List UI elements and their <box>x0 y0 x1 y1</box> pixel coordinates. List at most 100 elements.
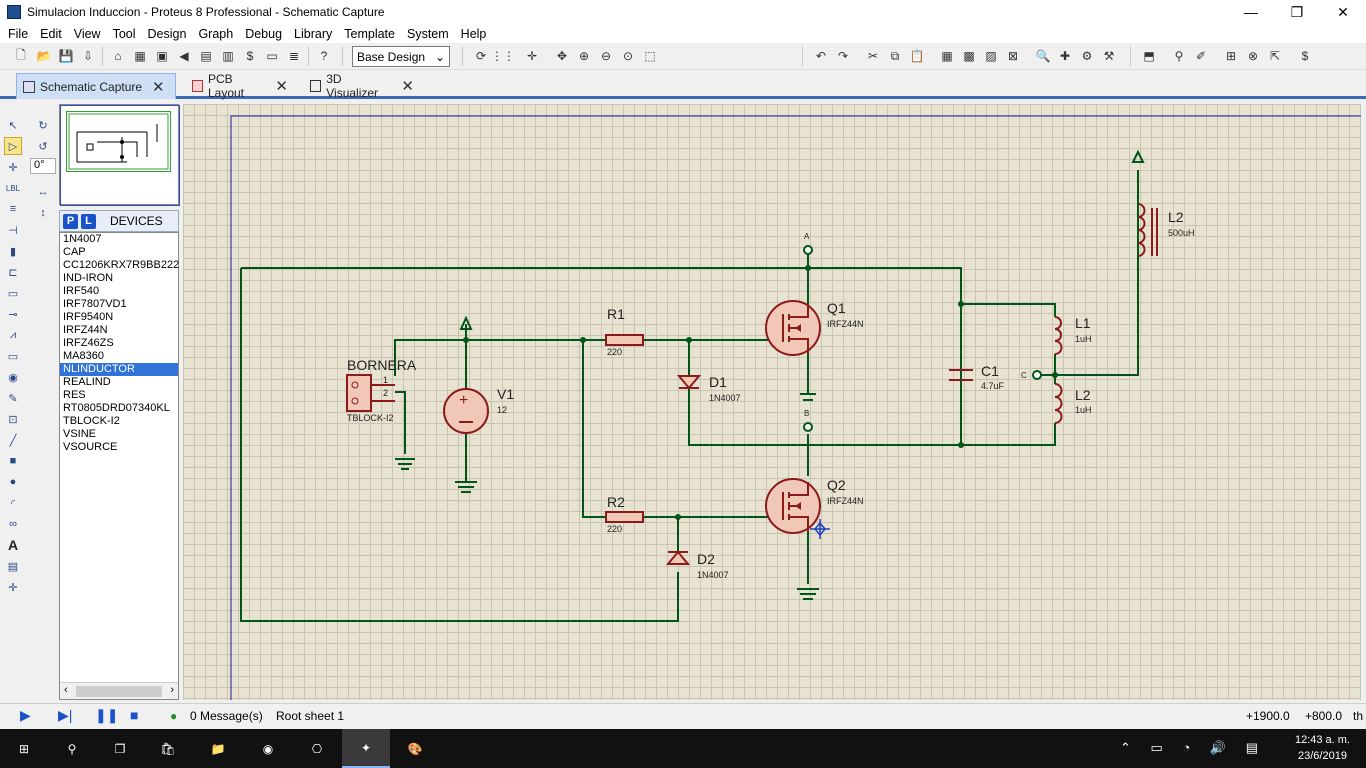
paint-icon[interactable]: 🎨 <box>391 729 439 768</box>
block-delete-icon[interactable]: ⊠ <box>1004 47 1022 65</box>
terminals-icon[interactable]: ⊏ <box>4 263 22 281</box>
block-move-icon[interactable]: ▩ <box>960 47 978 65</box>
pick-device-icon[interactable]: 🔍 <box>1034 47 1052 65</box>
scroll-thumb[interactable] <box>76 686 162 697</box>
pcb-icon[interactable]: ▣ <box>153 47 171 65</box>
decompose-icon[interactable]: ⚒ <box>1100 47 1118 65</box>
path-2d-icon[interactable]: ∞ <box>4 515 22 533</box>
mirror-horizontal-icon[interactable]: ↔ <box>34 183 52 201</box>
text-2d-icon[interactable]: A <box>4 536 22 554</box>
device-item[interactable]: REALIND <box>60 376 178 389</box>
menu-edit[interactable]: Edit <box>34 27 68 41</box>
package-tool-icon[interactable]: ⚙ <box>1078 47 1096 65</box>
import-icon[interactable]: ⇩ <box>79 47 97 65</box>
symbol-2d-icon[interactable]: ▤ <box>4 557 22 575</box>
exit-to-parent-icon[interactable]: ⇱ <box>1266 47 1284 65</box>
device-item[interactable]: IRFZ46ZS <box>60 337 178 350</box>
circle-2d-icon[interactable]: ● <box>4 473 22 491</box>
box-2d-icon[interactable]: ■ <box>4 452 22 470</box>
menu-tool[interactable]: Tool <box>107 27 142 41</box>
block-copy-icon[interactable]: ▦ <box>938 47 956 65</box>
make-device-icon[interactable]: ✚ <box>1056 47 1074 65</box>
tab-pcb-layout[interactable]: PCB Layout ✕ <box>186 72 294 100</box>
generator-icon[interactable]: ⊸ <box>4 305 22 323</box>
selection-mode-icon[interactable]: ↖ <box>4 116 22 134</box>
notes-icon[interactable]: ▭ <box>263 47 281 65</box>
device-pins-icon[interactable]: ▭ <box>4 284 22 302</box>
store-icon[interactable]: 🛍 <box>144 729 192 768</box>
wire-autorouter-icon[interactable]: ⬒ <box>1140 47 1158 65</box>
menu-library[interactable]: Library <box>288 27 338 41</box>
virtual-instruments-icon[interactable]: ◉ <box>4 368 22 386</box>
bom-icon[interactable]: $ <box>241 47 259 65</box>
step-icon[interactable]: ▶| <box>58 707 72 724</box>
pick-devices-button[interactable]: P <box>63 213 78 229</box>
zoom-area-icon[interactable]: ⬚ <box>641 47 659 65</box>
menu-graph[interactable]: Graph <box>192 27 239 41</box>
marker-2d-icon[interactable]: ✛ <box>4 578 22 596</box>
zoom-all-icon[interactable]: ⊙ <box>619 47 637 65</box>
report-icon[interactable]: ≣ <box>285 47 303 65</box>
device-item-selected[interactable]: NLINDUCTOR <box>60 363 178 376</box>
origin-icon[interactable]: ✛ <box>523 47 541 65</box>
acrobat-icon[interactable]: ⎔ <box>293 729 341 768</box>
device-item[interactable]: VSINE <box>60 428 178 441</box>
new-file-icon[interactable]: 🗋 <box>12 47 30 65</box>
close-tab-icon[interactable]: ✕ <box>275 77 288 95</box>
grid-icon[interactable]: ⋮⋮ <box>491 47 515 65</box>
menu-file[interactable]: File <box>2 27 34 41</box>
chevron-left-icon[interactable]: ‹ <box>64 684 68 696</box>
system-tray-icons[interactable]: ⌃ ▭ ◔ 🔊 ▤ <box>1120 740 1266 756</box>
device-item[interactable]: CAP <box>60 246 178 259</box>
pan-icon[interactable]: ✥ <box>553 47 571 65</box>
device-item[interactable]: IRF9540N <box>60 311 178 324</box>
search-icon[interactable]: ⚲ <box>48 729 96 768</box>
menu-design[interactable]: Design <box>142 27 193 41</box>
property-tool-icon[interactable]: ✐ <box>1192 47 1210 65</box>
cut-icon[interactable]: ✂ <box>864 47 882 65</box>
save-icon[interactable]: 💾 <box>57 47 75 65</box>
rotation-angle-field[interactable]: 0° <box>30 158 56 174</box>
stop-icon[interactable]: ■ <box>130 707 138 723</box>
tab-3d-visualizer[interactable]: 3D Visualizer ✕ <box>304 72 420 100</box>
menu-view[interactable]: View <box>68 27 107 41</box>
open-folder-icon[interactable]: 📂 <box>35 47 53 65</box>
refresh-icon[interactable]: ⟳ <box>472 47 490 65</box>
instrument-icon[interactable]: ⊡ <box>4 410 22 428</box>
visualizer-icon[interactable]: ◀ <box>175 47 193 65</box>
device-item[interactable]: IRF540 <box>60 285 178 298</box>
remove-sheet-icon[interactable]: ⊗ <box>1244 47 1262 65</box>
netlist-icon[interactable]: $ <box>1296 47 1314 65</box>
component-mode-icon[interactable]: ▷ <box>4 137 22 155</box>
layer-select[interactable]: Base Design ⌄ <box>352 46 450 67</box>
rotate-anticlockwise-icon[interactable]: ↺ <box>34 137 52 155</box>
menu-debug[interactable]: Debug <box>239 27 288 41</box>
paste-icon[interactable]: 📋 <box>908 47 926 65</box>
tab-schematic-capture[interactable]: Schematic Capture ✕ <box>16 73 176 99</box>
library-manager-button[interactable]: L <box>81 213 96 229</box>
home-icon[interactable]: ⌂ <box>109 47 127 65</box>
overview-window[interactable] <box>59 104 180 206</box>
arc-2d-icon[interactable]: ◜ <box>4 494 22 512</box>
subcircuit-icon[interactable]: ▮ <box>4 242 22 260</box>
copy-icon[interactable]: ⧉ <box>886 47 904 65</box>
file-explorer-icon[interactable]: 📁 <box>194 729 242 768</box>
chevron-right-icon[interactable]: › <box>170 684 174 696</box>
device-item[interactable]: CC1206KRX7R9BB222 <box>60 259 179 272</box>
design-explorer-icon[interactable]: ▥ <box>219 47 237 65</box>
line-2d-icon[interactable]: ╱ <box>4 431 22 449</box>
close-tab-icon[interactable]: ✕ <box>401 77 414 95</box>
help-icon[interactable]: ? <box>315 47 333 65</box>
chrome-icon[interactable]: ◉ <box>244 729 292 768</box>
gerber-icon[interactable]: ▤ <box>197 47 215 65</box>
proteus-taskbar-icon[interactable]: ✦ <box>342 729 390 768</box>
close-tab-icon[interactable]: ✕ <box>152 78 165 96</box>
graph-mode-icon[interactable]: ⩘ <box>4 326 22 344</box>
wire-label-icon[interactable]: LBL <box>4 179 22 197</box>
junction-dot-icon[interactable]: ✛ <box>4 158 22 176</box>
device-item[interactable]: TBLOCK-I2 <box>60 415 178 428</box>
menu-system[interactable]: System <box>401 27 455 41</box>
device-item[interactable]: MA8360 <box>60 350 178 363</box>
menu-help[interactable]: Help <box>455 27 493 41</box>
zoom-in-icon[interactable]: ⊕ <box>575 47 593 65</box>
